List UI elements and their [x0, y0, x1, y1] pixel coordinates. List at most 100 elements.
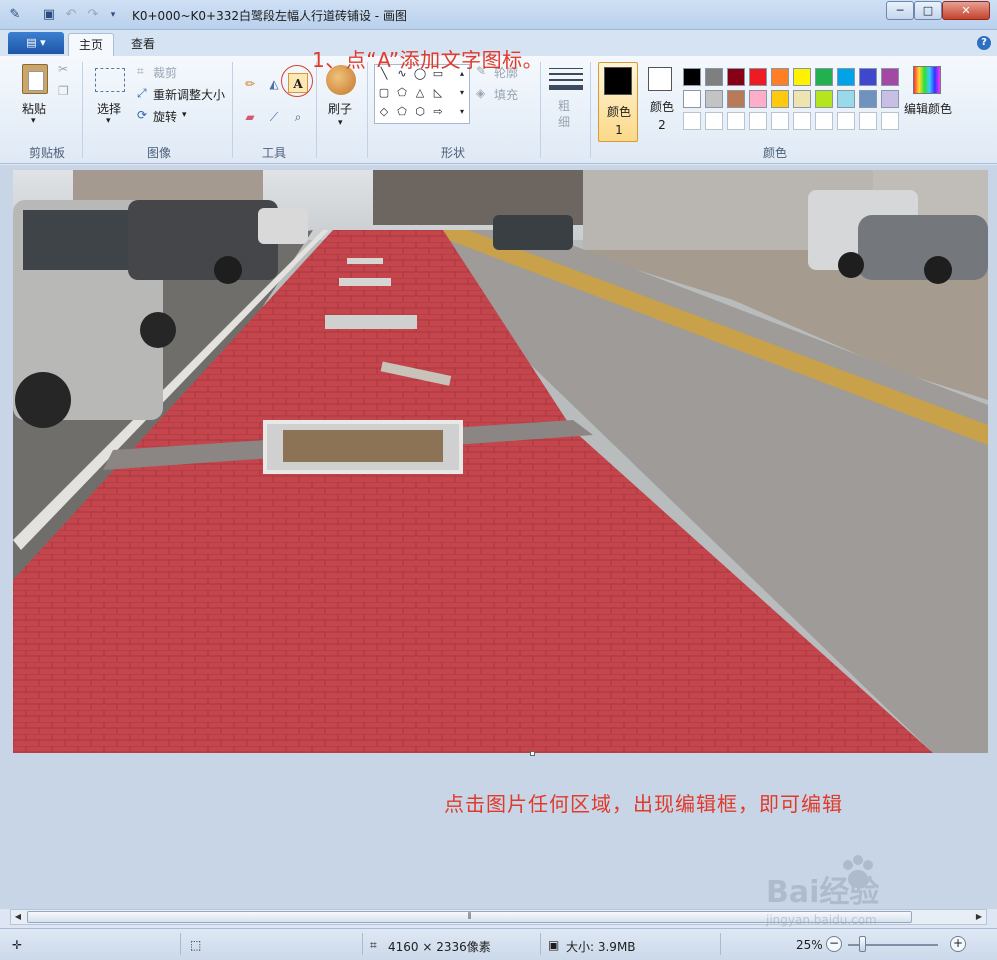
title-bar: ✎ ▣ ↶ ↷ ▾ K0+000~K0+332白鹭段左幅人行道砖铺设 - 画图 … — [0, 0, 997, 30]
ribbon-divider — [367, 62, 368, 158]
select-dropdown-icon[interactable]: ▾ — [106, 116, 111, 126]
palette-color-swatch[interactable] — [793, 90, 811, 108]
palette-color-swatch[interactable] — [815, 68, 833, 86]
palette-color-swatch[interactable] — [749, 112, 767, 130]
color1-button[interactable]: 颜色 1 — [598, 62, 638, 142]
palette-color-swatch[interactable] — [771, 68, 789, 86]
magnifier-icon[interactable]: ⌕ — [288, 106, 308, 126]
pentagon-shape-icon[interactable]: ⬠ — [395, 106, 409, 118]
edit-colors-icon[interactable] — [913, 66, 941, 94]
tab-view[interactable]: 查看 — [120, 33, 166, 56]
undo-icon[interactable]: ↶ — [62, 6, 80, 24]
size-button[interactable]: 粗细 — [558, 98, 572, 130]
zoom-slider-thumb[interactable] — [859, 936, 866, 952]
fill-button[interactable]: 填充 — [494, 86, 518, 103]
palette-color-swatch[interactable] — [683, 90, 701, 108]
scroll-down-icon[interactable]: ▾ — [455, 87, 469, 99]
palette-color-swatch[interactable] — [881, 90, 899, 108]
copy-icon[interactable]: ❐ — [58, 84, 69, 98]
fill-icon[interactable]: ◈ — [476, 86, 485, 100]
help-icon[interactable]: ? — [977, 36, 991, 50]
paste-button[interactable]: 粘贴 — [22, 100, 46, 117]
palette-color-swatch[interactable] — [705, 90, 723, 108]
palette-color-swatch[interactable] — [837, 68, 855, 86]
shapes-group-label: 形状 — [440, 146, 465, 160]
right-triangle-shape-icon[interactable]: ◺ — [431, 87, 445, 99]
palette-color-swatch[interactable] — [815, 112, 833, 130]
status-divider — [720, 933, 721, 955]
ribbon-divider — [316, 62, 317, 158]
cursor-position-icon: ✛ — [12, 938, 23, 952]
shapes-gallery[interactable]: ╲ ∿ ◯ ▭ ▢ ⬠ △ ◺ ◇ ⬠ ⬡ ⇨ ▴ ▾ ▾ — [374, 64, 470, 124]
clipboard-icon[interactable] — [22, 64, 48, 94]
palette-color-swatch[interactable] — [859, 90, 877, 108]
diamond-shape-icon[interactable]: ◇ — [377, 106, 391, 118]
color2-swatch[interactable] — [648, 67, 672, 91]
eraser-icon[interactable]: ▰ — [240, 106, 260, 126]
rotate-button[interactable]: 旋转 — [153, 108, 177, 125]
palette-color-swatch[interactable] — [815, 90, 833, 108]
palette-color-swatch[interactable] — [771, 90, 789, 108]
save-icon[interactable]: ▣ — [40, 6, 58, 24]
palette-color-swatch[interactable] — [859, 68, 877, 86]
paint-app-icon[interactable]: ✎ — [6, 6, 24, 24]
crop-icon[interactable]: ⌗ — [137, 64, 144, 79]
select-icon[interactable] — [95, 68, 125, 92]
palette-color-swatch[interactable] — [837, 112, 855, 130]
palette-color-swatch[interactable] — [859, 112, 877, 130]
crop-button[interactable]: 裁剪 — [153, 64, 177, 81]
palette-color-swatch[interactable] — [771, 112, 789, 130]
cut-icon[interactable]: ✂ — [58, 62, 68, 76]
canvas-image[interactable] — [13, 170, 988, 753]
street-photo — [13, 170, 988, 753]
paste-dropdown-icon[interactable]: ▾ — [31, 116, 36, 126]
palette-color-swatch[interactable] — [705, 68, 723, 86]
maximize-button[interactable]: □ — [914, 1, 942, 20]
close-button[interactable]: ✕ — [942, 1, 990, 20]
brushes-button[interactable]: 刷子 — [328, 100, 352, 117]
expand-gallery-icon[interactable]: ▾ — [455, 106, 469, 118]
zoom-out-button[interactable]: − — [826, 936, 842, 952]
rounded-rect-shape-icon[interactable]: ▢ — [377, 87, 391, 99]
palette-color-swatch[interactable] — [683, 112, 701, 130]
palette-color-swatch[interactable] — [727, 90, 745, 108]
palette-color-swatch[interactable] — [705, 112, 723, 130]
edit-colors-button[interactable]: 编辑颜色 — [904, 100, 952, 117]
palette-color-swatch[interactable] — [749, 90, 767, 108]
rotate-dropdown-icon[interactable]: ▾ — [182, 110, 187, 120]
tools-group-label: 工具 — [261, 146, 286, 160]
palette-color-swatch[interactable] — [683, 68, 701, 86]
line-thickness-icon[interactable] — [549, 66, 583, 92]
palette-color-swatch[interactable] — [881, 68, 899, 86]
palette-color-swatch[interactable] — [793, 68, 811, 86]
selection-size-icon: ⬚ — [190, 938, 202, 952]
color-picker-icon[interactable]: ⟋ — [264, 106, 284, 126]
palette-color-swatch[interactable] — [837, 90, 855, 108]
polygon-shape-icon[interactable]: ⬠ — [395, 87, 409, 99]
scroll-left-icon[interactable]: ◀ — [11, 910, 25, 924]
zoom-in-button[interactable]: + — [950, 936, 966, 952]
resize-icon[interactable]: ⤢ — [137, 86, 147, 101]
rotate-icon[interactable]: ⟳ — [137, 108, 147, 122]
ribbon-divider — [590, 62, 591, 158]
pencil-icon[interactable]: ✏ — [240, 73, 260, 93]
arrow-shape-icon[interactable]: ⇨ — [431, 106, 445, 118]
zoom-level: 25% — [796, 938, 823, 952]
canvas-resize-handle[interactable] — [530, 751, 535, 756]
color2-label[interactable]: 颜色 2 — [648, 98, 676, 134]
triangle-shape-icon[interactable]: △ — [413, 87, 427, 99]
select-button[interactable]: 选择 — [97, 100, 121, 117]
palette-color-swatch[interactable] — [749, 68, 767, 86]
file-menu-button[interactable]: ▤ ▾ — [8, 32, 64, 54]
palette-color-swatch[interactable] — [793, 112, 811, 130]
brushes-dropdown-icon[interactable]: ▾ — [338, 118, 343, 128]
palette-color-swatch[interactable] — [727, 112, 745, 130]
customize-quick-access-icon[interactable]: ▾ — [104, 6, 122, 24]
hexagon-shape-icon[interactable]: ⬡ — [413, 106, 427, 118]
redo-icon[interactable]: ↷ — [84, 6, 102, 24]
palette-color-swatch[interactable] — [881, 112, 899, 130]
palette-color-swatch[interactable] — [727, 68, 745, 86]
tab-home[interactable]: 主页 — [68, 33, 114, 56]
minimize-button[interactable]: ─ — [886, 1, 914, 20]
resize-button[interactable]: 重新调整大小 — [153, 86, 225, 103]
